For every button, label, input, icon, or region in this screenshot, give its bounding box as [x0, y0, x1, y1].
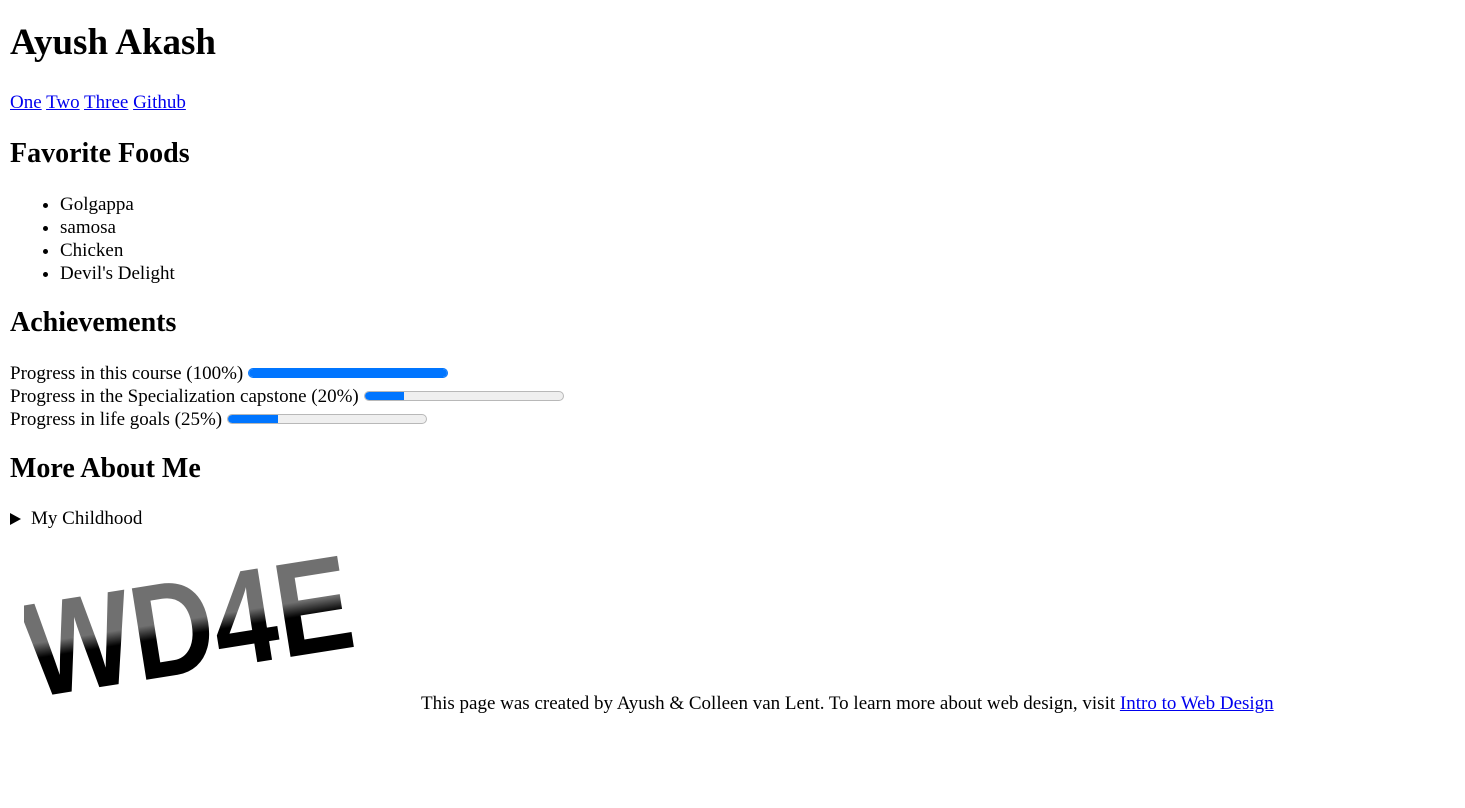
intro-web-design-link[interactable]: Intro to Web Design: [1120, 693, 1274, 714]
nav-link-two[interactable]: Two: [46, 92, 80, 113]
progress-fill: [249, 368, 448, 377]
favorite-foods-list: Golgappa samosa Chicken Devil's Delight: [10, 193, 1455, 285]
progress-row: Progress in life goals (25%): [10, 408, 1455, 431]
progress-bar: [248, 367, 449, 378]
footer-text: This page was created by Ayush & Colleen…: [421, 692, 1274, 715]
progress-label: Progress in the Specialization capstone …: [10, 386, 359, 407]
wd4e-logo: WD4E: [24, 549, 363, 715]
achievements-heading: Achievements: [10, 307, 177, 338]
more-about-me-heading: More About Me: [10, 453, 201, 484]
footer: WD4E This page was created by Ayush & Co…: [10, 547, 1410, 717]
nav-link-one[interactable]: One: [10, 92, 42, 113]
progress-fill: [228, 414, 278, 423]
progress-label: Progress in life goals (25%): [10, 409, 223, 430]
footer-credit-text: This page was created by Ayush & Colleen…: [421, 693, 1120, 714]
logo-text: WD4E: [24, 549, 363, 715]
page: Ayush Akash One Two Three Github Favorit…: [0, 21, 1465, 530]
favorite-foods-heading: Favorite Foods: [10, 138, 190, 169]
progress-bar: [227, 413, 428, 424]
list-item: Golgappa: [60, 193, 1455, 216]
progress-row: Progress in the Specialization capstone …: [10, 385, 1455, 408]
childhood-details-summary[interactable]: My Childhood: [10, 507, 1455, 530]
achievements-list: Progress in this course (100%) Progress …: [10, 362, 1455, 431]
list-item: samosa: [60, 216, 1455, 239]
details-summary-label: My Childhood: [31, 508, 143, 529]
top-nav: One Two Three Github: [10, 91, 1455, 115]
progress-fill: [364, 391, 405, 400]
progress-label: Progress in this course (100%): [10, 363, 244, 384]
nav-link-three[interactable]: Three: [84, 92, 128, 113]
list-item: Chicken: [60, 239, 1455, 262]
progress-bar: [363, 390, 564, 401]
nav-link-github[interactable]: Github: [133, 92, 186, 113]
list-item: Devil's Delight: [60, 262, 1455, 285]
progress-row: Progress in this course (100%): [10, 362, 1455, 385]
page-title: Ayush Akash: [10, 22, 217, 63]
disclosure-triangle-icon: [10, 512, 21, 525]
